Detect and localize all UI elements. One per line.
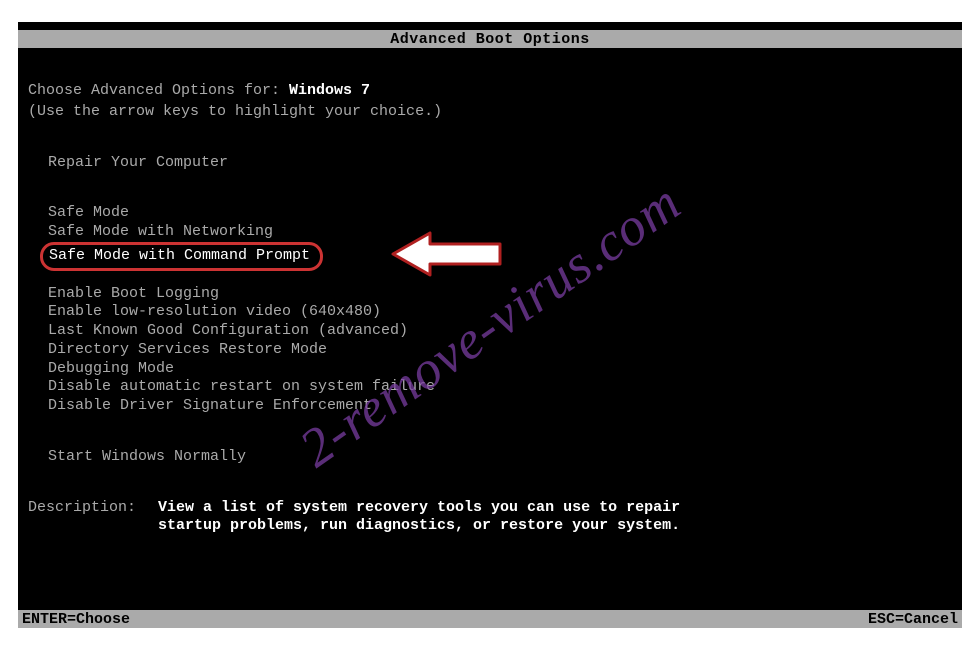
option-debugging[interactable]: Debugging Mode — [48, 360, 718, 379]
os-name: Windows 7 — [289, 82, 370, 99]
option-ds-restore[interactable]: Directory Services Restore Mode — [48, 341, 718, 360]
content-area: Choose Advanced Options for: Windows 7 (… — [28, 82, 718, 536]
description-label: Description: — [28, 499, 158, 537]
option-repair-computer[interactable]: Repair Your Computer — [48, 154, 718, 173]
option-start-normally[interactable]: Start Windows Normally — [48, 448, 718, 467]
boot-screen: Advanced Boot Options Choose Advanced Op… — [18, 22, 962, 628]
description-row: Description: View a list of system recov… — [28, 499, 718, 537]
arrow-icon — [388, 228, 508, 280]
option-last-known-good[interactable]: Last Known Good Configuration (advanced) — [48, 322, 718, 341]
option-safe-mode[interactable]: Safe Mode — [48, 204, 718, 223]
header-bar: Advanced Boot Options — [18, 30, 962, 48]
intro-line: Choose Advanced Options for: Windows 7 — [28, 82, 718, 101]
description-text: View a list of system recovery tools you… — [158, 499, 718, 537]
intro-hint: (Use the arrow keys to highlight your ch… — [28, 103, 718, 122]
option-safe-mode-cmd[interactable]: Safe Mode with Command Prompt — [40, 242, 323, 271]
option-group-normal: Start Windows Normally — [48, 448, 718, 467]
option-disable-auto-restart[interactable]: Disable automatic restart on system fail… — [48, 378, 718, 397]
intro-prefix: Choose Advanced Options for: — [28, 82, 289, 99]
option-safe-mode-networking[interactable]: Safe Mode with Networking — [48, 223, 718, 242]
option-boot-logging[interactable]: Enable Boot Logging — [48, 285, 718, 304]
option-group-advanced: Enable Boot Logging Enable low-resolutio… — [48, 285, 718, 416]
footer-bar: ENTER=Choose ESC=Cancel — [18, 610, 962, 628]
option-low-res-video[interactable]: Enable low-resolution video (640x480) — [48, 303, 718, 322]
footer-esc: ESC=Cancel — [868, 611, 958, 628]
option-disable-driver-sig[interactable]: Disable Driver Signature Enforcement — [48, 397, 718, 416]
option-group-safe: Safe Mode Safe Mode with Networking Safe… — [48, 204, 718, 270]
option-group-repair: Repair Your Computer — [48, 154, 718, 173]
page-title: Advanced Boot Options — [390, 31, 590, 48]
footer-enter: ENTER=Choose — [22, 611, 130, 628]
